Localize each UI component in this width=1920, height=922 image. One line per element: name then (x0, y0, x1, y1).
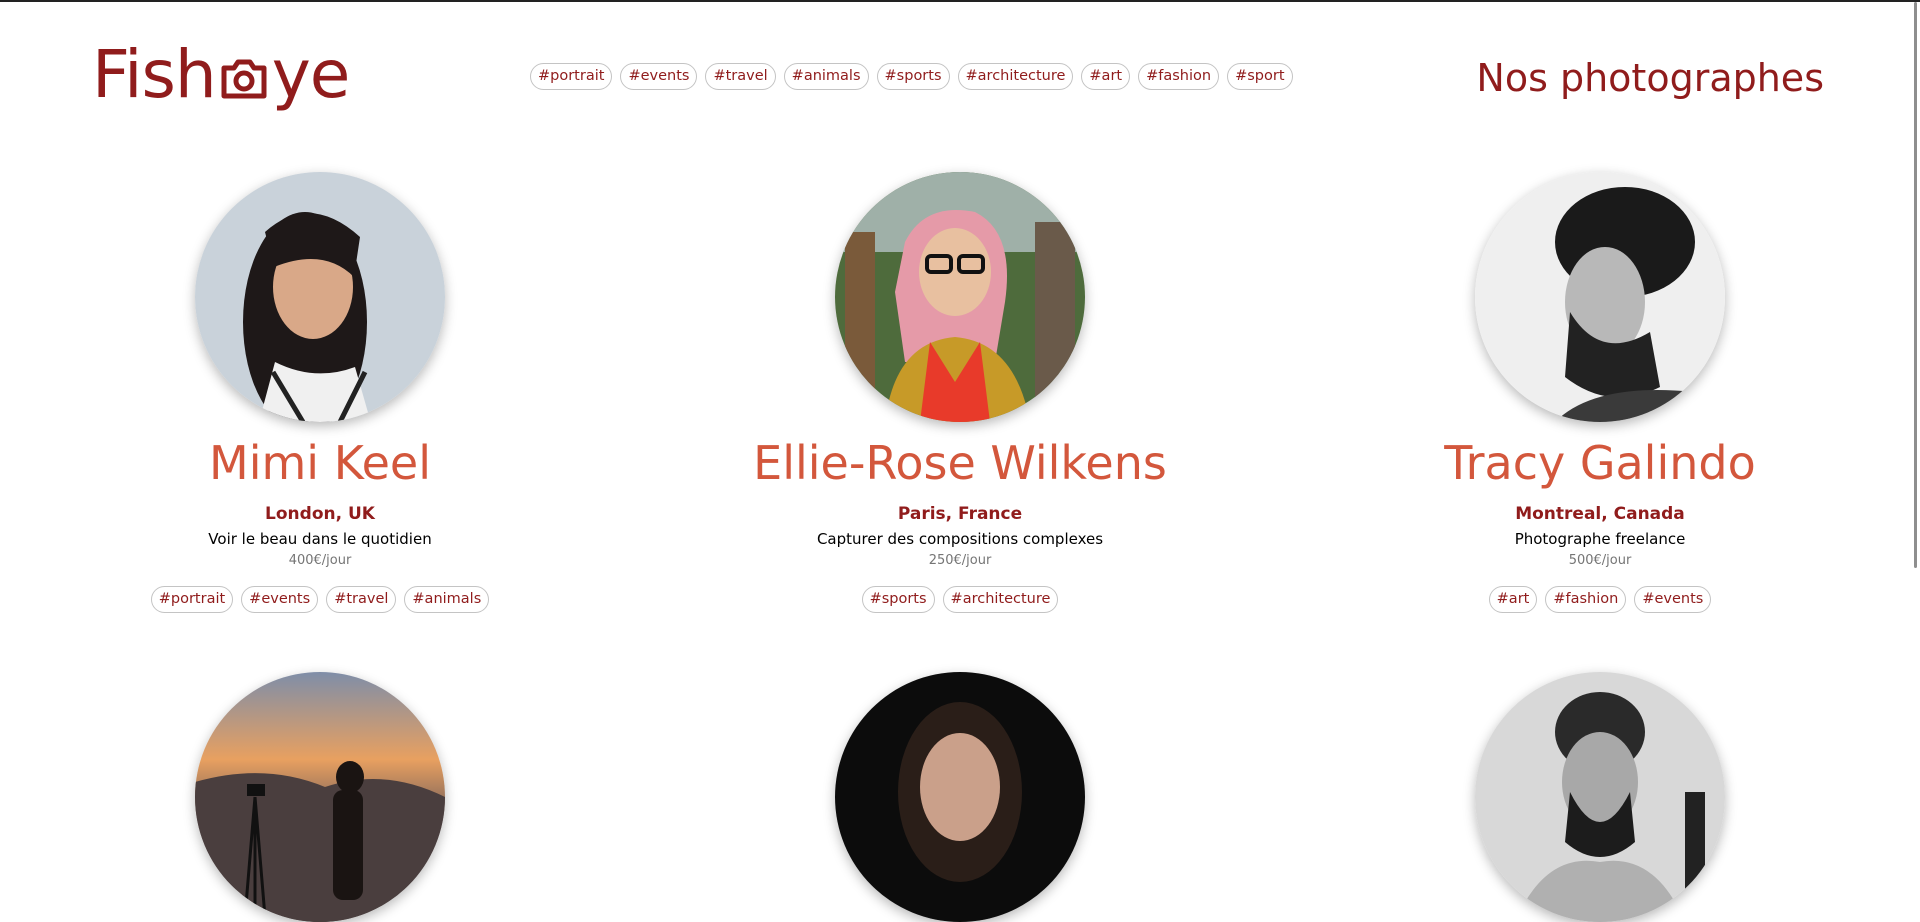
photographer-location: Montreal, Canada (1515, 504, 1685, 524)
nav-tag-portrait[interactable]: #portrait (530, 63, 613, 90)
photographer-price: 250€/jour (928, 553, 992, 568)
card-tag[interactable]: #architecture (942, 586, 1059, 613)
photographer-link[interactable]: Ellie-Rose Wilkens (640, 172, 1280, 492)
card-tag[interactable]: #fashion (1545, 586, 1627, 613)
photographer-price: 400€/jour (288, 553, 352, 568)
card-tag[interactable]: #sports (861, 586, 935, 613)
photographer-tagline: Capturer des compositions complexes (816, 530, 1104, 548)
card-tag[interactable]: #animals (404, 586, 490, 613)
tag-filter-nav: #portrait #events #travel #animals #spor… (530, 63, 1293, 90)
photographer-price: 500€/jour (1568, 553, 1632, 568)
photographer-avatar (195, 172, 445, 422)
photographer-avatar (1475, 172, 1725, 422)
nav-tag-events[interactable]: #events (620, 63, 698, 90)
photographer-avatar[interactable] (195, 672, 445, 922)
logo-text-left: Fish (92, 36, 217, 113)
camera-icon (218, 49, 270, 101)
photographer-location: London, UK (265, 504, 375, 524)
logo-text-right: ye (271, 36, 351, 113)
photographer-link[interactable]: Mimi Keel (0, 172, 640, 492)
photographer-tags: #art #fashion #events (1280, 586, 1920, 613)
photographer-name: Ellie-Rose Wilkens (753, 436, 1167, 490)
fisheye-logo[interactable]: Fish ye (92, 36, 351, 113)
photographer-tags: #portrait #events #travel #animals (0, 586, 640, 613)
card-tag[interactable]: #art (1488, 586, 1538, 613)
photographer-tagline: Voir le beau dans le quotidien (208, 530, 432, 548)
nav-tag-art[interactable]: #art (1081, 63, 1131, 90)
nav-tag-sports[interactable]: #sports (876, 63, 950, 90)
photographer-name: Tracy Galindo (1444, 436, 1756, 490)
photographer-avatar (835, 172, 1085, 422)
photographer-tags: #sports #architecture (640, 586, 1280, 613)
nav-tag-animals[interactable]: #animals (783, 63, 869, 90)
photographer-link[interactable]: Tracy Galindo (1280, 172, 1920, 492)
photographer-location: Paris, France (897, 504, 1023, 524)
photographer-card (0, 672, 640, 922)
photographer-tagline: Photographe freelance (1514, 530, 1686, 548)
photographer-card (640, 672, 1280, 922)
photographer-card: Mimi Keel London, UK Voir le beau dans l… (0, 172, 640, 613)
nav-tag-travel[interactable]: #travel (705, 63, 776, 90)
photographer-name: Mimi Keel (209, 436, 431, 490)
photographer-card: Tracy Galindo Montreal, Canada Photograp… (1280, 172, 1920, 613)
card-tag[interactable]: #travel (326, 586, 397, 613)
card-tag[interactable]: #portrait (150, 586, 234, 613)
nav-tag-sport[interactable]: #sport (1227, 63, 1293, 90)
page-title: Nos photographes (1476, 56, 1824, 100)
nav-tag-fashion[interactable]: #fashion (1138, 63, 1220, 90)
nav-tag-architecture[interactable]: #architecture (957, 63, 1074, 90)
photographer-avatar[interactable] (835, 672, 1085, 922)
photographer-card (1280, 672, 1920, 922)
window-top-border (0, 0, 1920, 2)
card-tag[interactable]: #events (241, 586, 319, 613)
photographer-card: Ellie-Rose Wilkens Paris, France Capture… (640, 172, 1280, 613)
card-tag[interactable]: #events (1634, 586, 1712, 613)
photographer-avatar[interactable] (1475, 672, 1725, 922)
